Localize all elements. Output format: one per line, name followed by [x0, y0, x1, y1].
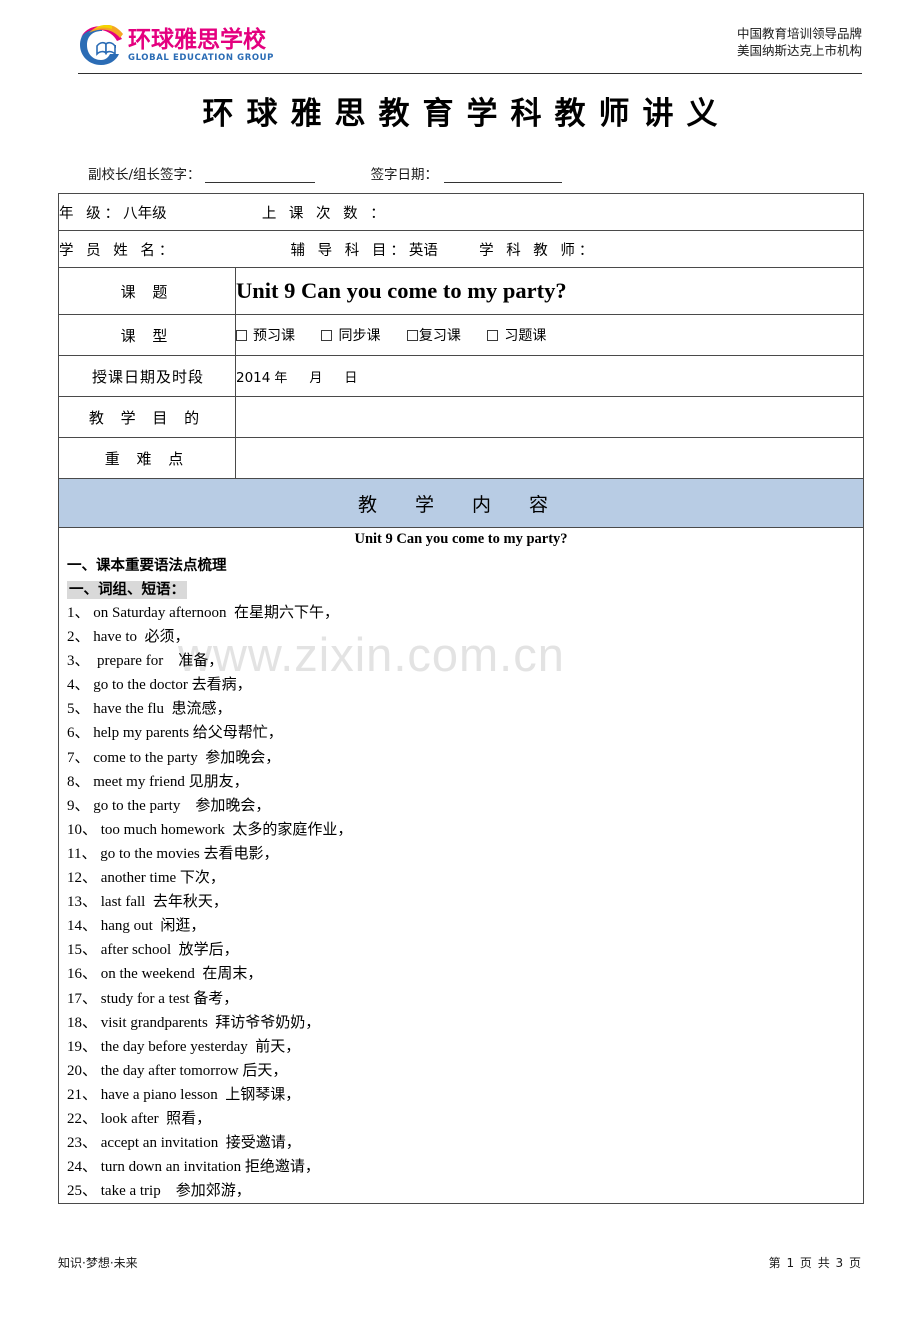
page-title: 环球雅思教育学科教师讲义: [202, 96, 731, 132]
teaching-content-header-row: 教 学 内 容: [57, 478, 865, 528]
checkbox-icon[interactable]: [406, 330, 418, 341]
subject-value[interactable]: 英语: [409, 243, 438, 259]
logo-chinese-name: 环球雅思学校: [128, 27, 266, 54]
list-item: 6、 help my parents 给父母帮忙，: [67, 725, 283, 742]
date-year-unit: 年: [274, 370, 288, 386]
content-heading-phrases-text: 一、词组、短语：: [67, 581, 187, 599]
brand-logo: 环球雅思学校 GLOBAL EDUCATION GROUP: [78, 24, 274, 68]
list-item: 15、 after school 放学后，: [67, 942, 239, 959]
signature-date-field[interactable]: [444, 169, 563, 183]
topic-label: 课 题: [58, 267, 236, 315]
logo-english-name: GLOBAL EDUCATION GROUP: [128, 53, 275, 64]
list-item: 21、 have a piano lesson 上钢琴课，: [67, 1086, 301, 1103]
list-item: 16、 on the weekend 在周末，: [67, 966, 263, 983]
masthead-divider: [78, 73, 862, 74]
list-item: 7、 come to the party 参加晚会，: [67, 749, 281, 766]
key-points-value[interactable]: [234, 437, 865, 479]
list-item: 24、 turn down an invitation 拒绝邀请，: [67, 1159, 320, 1176]
grade-session-cell: 年 级：八年级 上 课 次 数 ：: [57, 193, 865, 231]
content-unit-heading: Unit 9 Can you come to my party?: [354, 531, 568, 547]
date-year-value[interactable]: 2014: [236, 370, 270, 386]
key-points-label: 重 难 点: [58, 437, 236, 479]
table-row-key-points: 重 难 点: [58, 437, 865, 479]
date-month-unit: 月: [309, 370, 323, 386]
teaching-content-body: Unit 9 Can you come to my party? 一、课本重要语…: [57, 526, 865, 1205]
list-item: 11、 go to the movies 去看电影，: [67, 845, 279, 862]
footer-page-number: 第 1 页 共 3 页: [768, 1256, 862, 1270]
list-item: 12、 another time 下次，: [67, 870, 225, 887]
checkbox-icon[interactable]: [321, 330, 333, 341]
lesson-type-options: 预习课 同步课 复习课 习题课: [234, 314, 865, 356]
content-heading-grammar: 一、课本重要语法点梳理: [67, 558, 227, 574]
phrase-list: 1、 on Saturday afternoon 在星期六下午， 2、 have…: [59, 601, 863, 1203]
list-item: 17、 study for a test 备考，: [67, 990, 239, 1007]
list-item: 1、 on Saturday afternoon 在星期六下午，: [67, 605, 340, 621]
teacher-label: 学 科 教 师：: [479, 242, 598, 259]
masthead: 环球雅思学校 GLOBAL EDUCATION GROUP 中国教育培训领导品牌…: [78, 22, 862, 74]
checkbox-icon[interactable]: [487, 330, 499, 341]
list-item: 10、 too much homework 太多的家庭作业，: [67, 821, 353, 838]
lesson-type-label: 课 型: [58, 314, 236, 356]
tagline-line-2: 美国纳斯达克上市机构: [736, 42, 862, 58]
table-row-date: 授课日期及时段 2014 年 月 日: [58, 355, 865, 397]
grade-value[interactable]: 八年级: [123, 206, 167, 222]
table-row-student: 学 员 姓 名： 辅 导 科 目：英语 学 科 教 师：: [57, 230, 865, 268]
table-row-content-body: Unit 9 Can you come to my party? 一、课本重要语…: [57, 526, 865, 1205]
list-item: 8、 meet my friend 见朋友，: [67, 773, 249, 790]
signature-row: 副校长/组长签字： 签字日期：: [88, 163, 920, 183]
subject-label: 辅 导 科 目：: [290, 242, 409, 259]
list-item: 4、 go to the doctor 去看病，: [67, 677, 252, 694]
teaching-content-header: 教 学 内 容: [57, 478, 865, 528]
list-item: 23、 accept an invitation 接受邀请，: [67, 1135, 301, 1152]
teaching-aim-value[interactable]: [234, 396, 865, 438]
checkbox-option-exercise[interactable]: 习题课: [487, 325, 546, 345]
list-item: 2、 have to 必须，: [67, 629, 190, 646]
list-item: 25、 take a trip 参加郊游，: [67, 1183, 251, 1200]
teaching-aim-label: 教 学 目 的: [58, 396, 236, 438]
grade-label: 年 级：: [59, 205, 124, 222]
list-item: 18、 visit grandparents 拜访爷爷奶奶，: [67, 1014, 321, 1031]
list-item: 3、 prepare for 准备，: [67, 653, 224, 670]
checkbox-option-preview[interactable]: 预习课: [236, 325, 295, 345]
checkbox-label: 预习课: [253, 328, 295, 344]
vice-principal-signature-label: 副校长/组长签字：: [88, 167, 201, 183]
table-row-grade: 年 级：八年级 上 课 次 数 ：: [57, 193, 865, 231]
checkbox-option-review[interactable]: 复习课: [406, 325, 461, 345]
list-item: 13、 last fall 去年秋天，: [67, 894, 228, 911]
checkbox-label: 复习课: [418, 328, 461, 344]
list-item: 20、 the day after tomorrow 后天，: [67, 1062, 288, 1079]
page-footer: 知识·梦想·未来 第 1 页 共 3 页: [58, 1254, 862, 1271]
lesson-date-label: 授课日期及时段: [58, 355, 236, 397]
list-item: 5、 have the flu 患流感，: [67, 701, 232, 718]
checkbox-label: 同步课: [338, 328, 381, 344]
student-subject-teacher-cell: 学 员 姓 名： 辅 导 科 目：英语 学 科 教 师：: [57, 230, 865, 268]
content-heading-phrases: 一、词组、短语：: [59, 578, 863, 599]
vice-principal-signature-field[interactable]: [204, 169, 315, 183]
footer-slogan: 知识·梦想·未来: [58, 1256, 138, 1270]
table-row-topic: 课 题 Unit 9 Can you come to my party?: [58, 267, 865, 315]
lesson-date-value[interactable]: 2014 年 月 日: [234, 355, 865, 397]
signature-date-label: 签字日期：: [370, 167, 439, 183]
list-item: 9、 go to the party 参加晚会，: [67, 797, 271, 814]
checkbox-option-sync[interactable]: 同步课: [321, 325, 380, 345]
list-item: 22、 look after 照看，: [67, 1110, 212, 1127]
checkbox-label: 习题课: [504, 328, 547, 344]
topic-value[interactable]: Unit 9 Can you come to my party?: [234, 267, 865, 315]
table-row-lesson-type: 课 型 预习课 同步课 复习课 习题课: [58, 314, 865, 356]
document-page: www.zixin.com.cn 环球雅思学校 GLOBAL EDUCATION…: [0, 22, 920, 1324]
globe-g-logo-icon: [80, 25, 123, 66]
session-count-label: 上 课 次 数 ：: [261, 205, 389, 222]
list-item: 19、 the day before yesterday 前天，: [67, 1038, 301, 1055]
masthead-taglines: 中国教育培训领导品牌 美国纳斯达克上市机构: [737, 26, 862, 60]
lesson-info-table: 年 级：八年级 上 课 次 数 ： 学 员 姓 名： 辅 导 科 目：英语 学 …: [57, 193, 865, 1205]
checkbox-icon[interactable]: [236, 330, 247, 341]
date-day-unit: 日: [344, 370, 358, 386]
student-name-label: 学 员 姓 名：: [59, 242, 178, 259]
list-item: 14、 hang out 闲逛，: [67, 918, 206, 935]
table-row-teaching-aim: 教 学 目 的: [58, 396, 865, 438]
tagline-line-1: 中国教育培训领导品牌: [736, 26, 862, 41]
